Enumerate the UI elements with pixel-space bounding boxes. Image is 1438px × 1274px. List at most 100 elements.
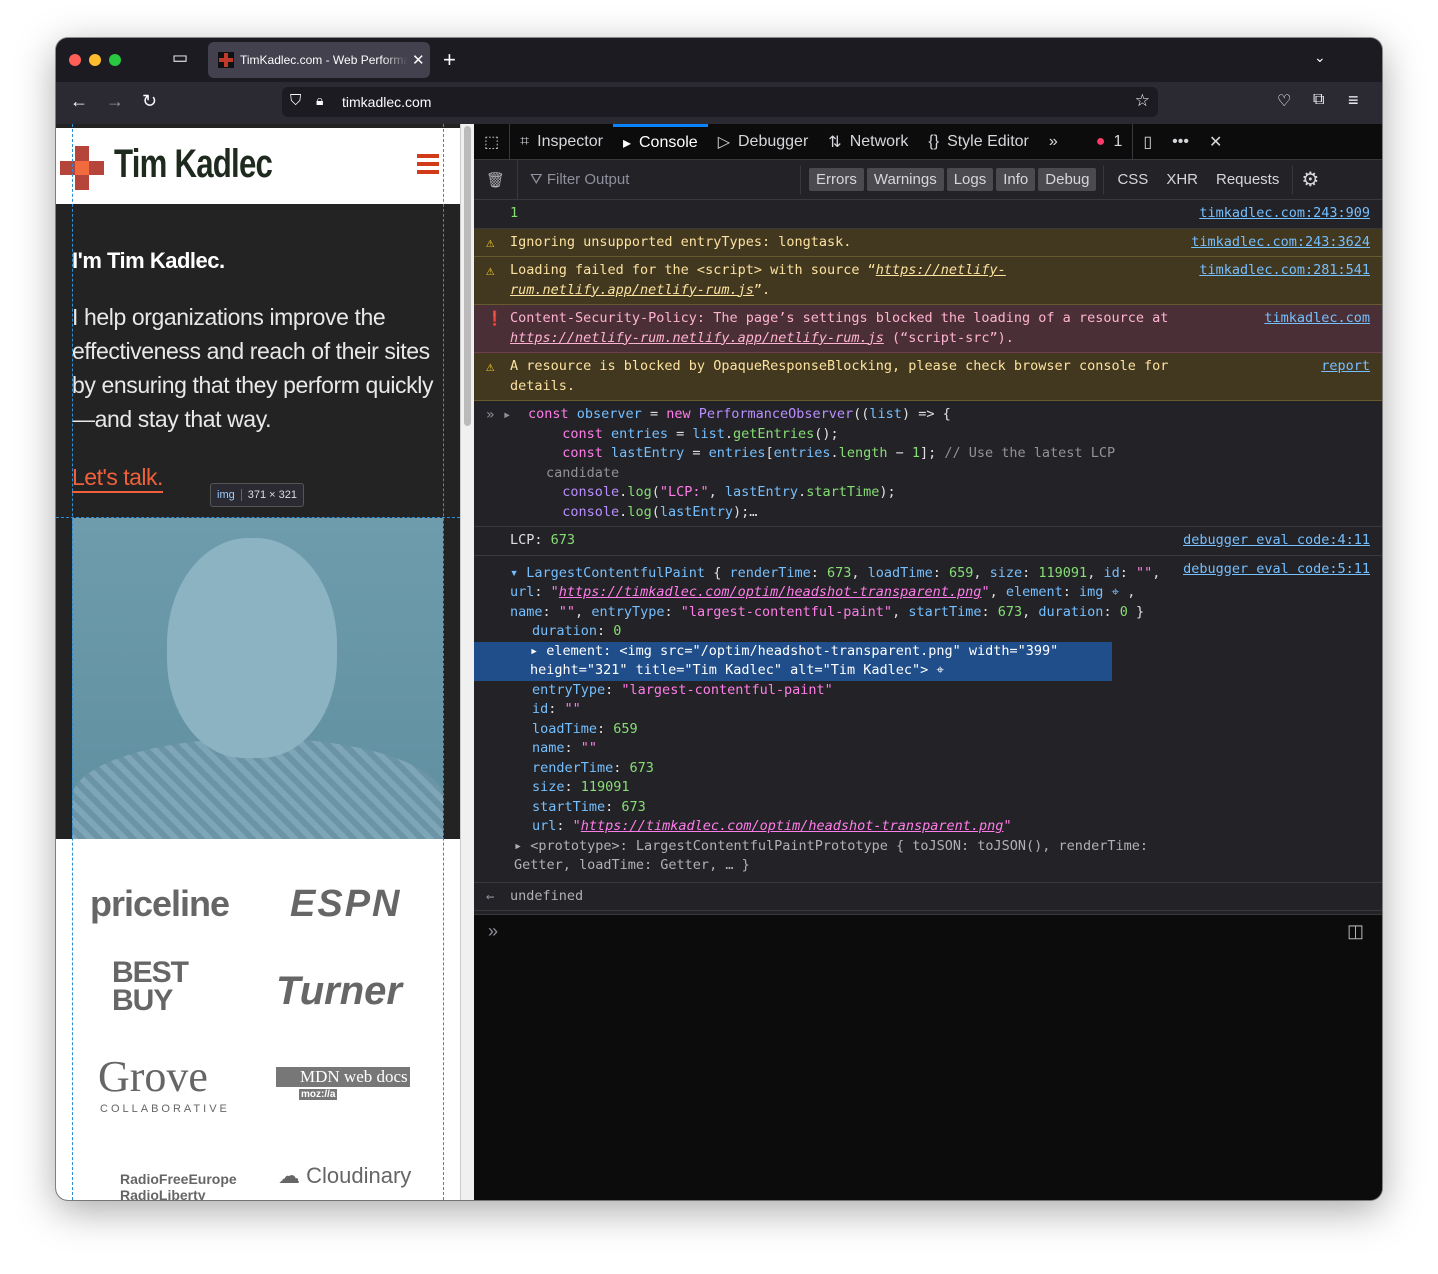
close-window-button[interactable]	[69, 54, 81, 66]
code-token: {	[713, 564, 730, 581]
input-code: const observer = new PerformanceObserver…	[528, 405, 1188, 522]
code-token: lastEntry	[724, 484, 799, 500]
code-token: renderTime	[532, 759, 614, 776]
code-token: duration	[532, 623, 598, 639]
console-input-echo[interactable]: » ▸ const observer = new PerformanceObser…	[474, 401, 1382, 527]
bookmark-star-icon[interactable]: ☆	[1135, 91, 1150, 111]
code-token: url	[532, 818, 557, 834]
minimize-window-button[interactable]	[89, 54, 101, 66]
code-token: id	[1103, 564, 1120, 581]
new-tab-icon[interactable]: +	[443, 47, 456, 73]
object-property: size: 119091	[510, 778, 1372, 798]
code-token: ▸ element: <img src="/optim/headshot-tra…	[530, 642, 1067, 679]
code-token: :	[556, 818, 573, 834]
more-options-icon[interactable]: •••	[1162, 124, 1199, 160]
code-token: :	[664, 603, 681, 620]
filter-css[interactable]: CSS	[1117, 171, 1148, 188]
tab-timkadlec[interactable]: TimKadlec.com - Web Performance ✕	[208, 42, 430, 78]
lets-talk-link[interactable]: Let's talk.	[72, 464, 163, 493]
menu-icon[interactable]: ≡	[1348, 90, 1359, 111]
tab-network[interactable]: ⇅ Network	[818, 124, 918, 160]
page-scrollbar[interactable]	[460, 124, 474, 1200]
code-token: :	[605, 681, 622, 698]
zoom-window-button[interactable]	[109, 54, 121, 66]
site-logo[interactable]: Tim Kadlec	[114, 142, 273, 187]
element-picker-icon[interactable]: ⬚	[474, 123, 511, 160]
logo-rferl: RadioFreeEurope RadioLiberty	[120, 1171, 237, 1200]
code-token: observer	[576, 406, 650, 422]
object-property[interactable]: ▸ element: <img src="/optim/headshot-tra…	[474, 641, 1112, 681]
code-token: :	[1062, 584, 1080, 600]
close-tab-icon[interactable]: ✕	[412, 51, 425, 69]
console-settings-gear-icon[interactable]: ⚙	[1301, 167, 1319, 192]
message-source-link[interactable]: timkadlec.com	[1264, 309, 1370, 329]
lcp-label: LCP:	[510, 532, 551, 548]
object-summary[interactable]: ▾ LargestContentfulPaint { renderTime: 6…	[510, 564, 1170, 623]
tab-title: TimKadlec.com - Web Performance	[240, 53, 408, 67]
filter-output-input[interactable]: ⛛ Filter Output	[530, 171, 800, 188]
code-token: .	[724, 425, 733, 442]
code-token: renderTime	[729, 564, 811, 581]
extensions-icon[interactable]: ⧉	[1313, 91, 1324, 109]
tab-style-editor[interactable]: {} Style Editor	[918, 124, 1039, 160]
filter-warnings[interactable]: Warnings	[866, 168, 944, 191]
responsive-design-icon[interactable]: ▯	[1133, 124, 1162, 160]
result-value: undefined	[510, 887, 584, 904]
object-property[interactable]: ▸ <prototype>: LargestContentfulPaintPro…	[510, 837, 1150, 876]
forward-icon[interactable]: →	[106, 91, 124, 112]
console-input[interactable]: » ◫	[474, 914, 1382, 1200]
code-token[interactable]: https://timkadlec.com/optim/headshot-tra…	[581, 818, 1004, 834]
console-icon: ▸	[622, 135, 631, 152]
list-tabs-chevron-icon[interactable]: ⌄	[1314, 49, 1326, 66]
code-token: 1	[911, 445, 920, 461]
error-count-badge[interactable]: ● 1	[1086, 123, 1134, 160]
reload-icon[interactable]: ↻	[142, 91, 157, 112]
lcp-source-link[interactable]: debugger eval code:4:11	[1183, 531, 1370, 551]
shield-icon[interactable]: ⛉	[290, 92, 301, 109]
code-token: ,	[973, 564, 990, 581]
inspector-icon: ⌗	[520, 132, 530, 150]
code-token: :	[981, 603, 998, 620]
filter-logs[interactable]: Logs	[946, 168, 994, 191]
error-icon: ❗	[486, 311, 504, 327]
message-source-link[interactable]: timkadlec.com:243:3624	[1191, 232, 1370, 252]
message-source-link[interactable]: timkadlec.com:243:909	[1199, 204, 1370, 224]
editor-mode-toggle-icon[interactable]: ◫	[1347, 921, 1364, 942]
logo-mdn: MDN web docs	[276, 1067, 410, 1087]
url-bar[interactable]: ⛉ 🔒︎ timkadlec.com ☆	[282, 87, 1158, 117]
logo-cloudinary: ☁︎ Cloudinary	[278, 1163, 412, 1188]
tab-inspector[interactable]: ⌗ Inspector	[510, 124, 613, 160]
back-icon[interactable]: ←	[70, 91, 88, 112]
object-property: url: "https://timkadlec.com/optim/headsh…	[510, 817, 1372, 837]
message-source-link[interactable]: report	[1321, 357, 1370, 377]
filter-xhr[interactable]: XHR	[1166, 171, 1198, 188]
code-token: }	[1127, 603, 1145, 620]
object-source-link[interactable]: debugger eval code:5:11	[1183, 560, 1370, 580]
url-text[interactable]: timkadlec.com	[342, 94, 431, 110]
tab-manager-icon[interactable]: ▭	[172, 48, 188, 68]
filter-errors[interactable]: Errors	[809, 168, 864, 191]
pocket-icon[interactable]: ♡	[1277, 91, 1291, 111]
code-token: name	[510, 603, 543, 620]
filter-info[interactable]: Info	[996, 168, 1036, 191]
tab-debugger[interactable]: ▷ Debugger	[708, 124, 819, 160]
filter-debug[interactable]: Debug	[1038, 168, 1097, 191]
filter-requests[interactable]: Requests	[1216, 171, 1279, 188]
lcp-value: 673	[550, 532, 576, 548]
tab-label: Debugger	[738, 132, 809, 150]
clear-console-trash-icon[interactable]: 🗑︎	[474, 159, 519, 200]
code-token: ,	[1127, 584, 1144, 600]
close-devtools-icon[interactable]: ✕	[1199, 124, 1232, 160]
lock-icon[interactable]: 🔒︎	[316, 92, 323, 109]
tab-console[interactable]: ▸ Console	[612, 123, 708, 160]
message-link[interactable]: https://netlify-rum.netlify.app/netlify-…	[510, 330, 884, 346]
hamburger-menu-icon[interactable]	[417, 154, 439, 178]
code-token: :	[597, 623, 614, 639]
message-source-link[interactable]: timkadlec.com:281:541	[1199, 261, 1370, 281]
code-line: console.log(lastEntry);…	[528, 503, 1188, 523]
code-token: 659	[613, 720, 638, 737]
code-token[interactable]: https://timkadlec.com/optim/headshot-tra…	[559, 584, 982, 600]
code-token: list	[692, 425, 725, 442]
more-tabs-icon[interactable]: »	[1039, 124, 1068, 160]
error-count: 1	[1113, 132, 1123, 150]
